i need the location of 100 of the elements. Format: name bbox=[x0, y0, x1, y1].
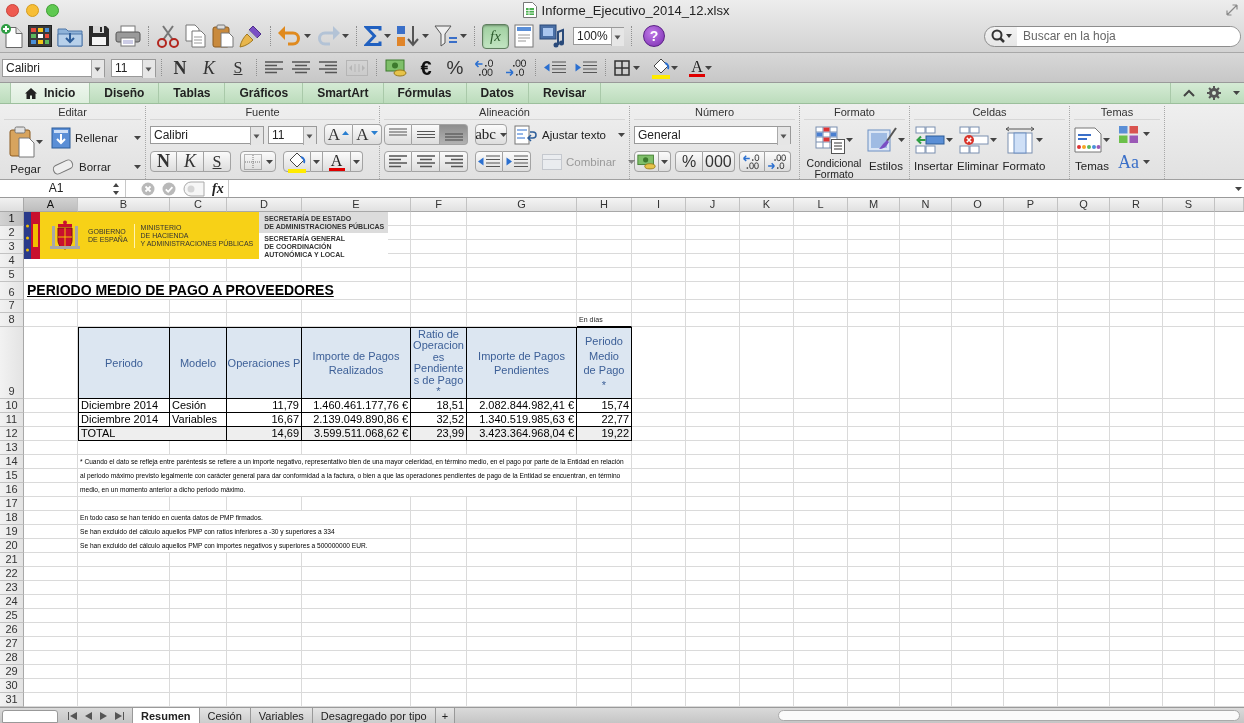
row-header[interactable]: 5 bbox=[0, 268, 24, 282]
row-header[interactable]: 1 bbox=[0, 212, 24, 226]
column-header[interactable]: P bbox=[1004, 198, 1058, 212]
template-grid-icon[interactable] bbox=[28, 25, 52, 47]
row-header[interactable]: 17 bbox=[0, 497, 24, 511]
row-header[interactable]: 19 bbox=[0, 525, 24, 539]
row-header[interactable]: 18 bbox=[0, 511, 24, 525]
ribbon-tab[interactable]: SmartArt bbox=[303, 83, 384, 103]
column-header[interactable]: O bbox=[952, 198, 1004, 212]
column-header[interactable]: E bbox=[302, 198, 411, 212]
percent-button[interactable]: % bbox=[442, 57, 468, 78]
caret-icon[interactable] bbox=[633, 65, 640, 70]
column-header[interactable]: D bbox=[227, 198, 302, 212]
paste-button[interactable]: Pegar bbox=[4, 123, 47, 179]
clear-button[interactable]: Borrar bbox=[51, 156, 141, 178]
theme-fonts-button[interactable]: Aa bbox=[1118, 151, 1150, 173]
row-header[interactable]: 26 bbox=[0, 623, 24, 637]
font-field[interactable]: Calibri bbox=[150, 125, 264, 144]
decrease-decimal-button[interactable] bbox=[764, 151, 791, 172]
italic-button[interactable]: K bbox=[177, 151, 204, 172]
fullscreen-arrows-icon[interactable] bbox=[1226, 4, 1238, 16]
row-header[interactable]: 8 bbox=[0, 313, 24, 327]
toggle-icon[interactable] bbox=[183, 180, 205, 197]
row-header[interactable]: 28 bbox=[0, 651, 24, 665]
ribbon-tab[interactable]: Fórmulas bbox=[383, 83, 467, 103]
orientation-button[interactable]: abc bbox=[475, 124, 508, 145]
column-header[interactable]: F bbox=[411, 198, 467, 212]
bold-button[interactable]: N bbox=[150, 151, 177, 172]
align-center-button[interactable] bbox=[412, 151, 440, 172]
color-scheme-button[interactable] bbox=[1118, 123, 1150, 145]
column-header[interactable]: Q bbox=[1058, 198, 1110, 212]
document-icon[interactable] bbox=[514, 24, 534, 48]
first-sheet-icon[interactable] bbox=[68, 711, 77, 720]
name-box-field[interactable]: A1 bbox=[0, 180, 112, 197]
row-header[interactable]: 31 bbox=[0, 693, 24, 707]
caret-icon[interactable] bbox=[460, 34, 467, 38]
row-header[interactable]: 21 bbox=[0, 553, 24, 567]
row-header[interactable]: 29 bbox=[0, 665, 24, 679]
view-selector[interactable] bbox=[2, 710, 58, 723]
row-header[interactable]: 30 bbox=[0, 679, 24, 693]
themes-button[interactable]: Temas bbox=[1074, 123, 1110, 179]
sheet-tab[interactable]: Cesión bbox=[199, 708, 251, 723]
last-sheet-icon[interactable] bbox=[115, 711, 124, 720]
font-size-field[interactable]: 11 bbox=[111, 58, 156, 77]
increase-decimal-button[interactable] bbox=[738, 151, 765, 172]
thousands-button[interactable]: 000 bbox=[703, 151, 735, 172]
row-header[interactable]: 13 bbox=[0, 441, 24, 455]
align-right-icon[interactable] bbox=[319, 61, 337, 74]
column-header[interactable]: I bbox=[632, 198, 686, 212]
shrink-font-button[interactable]: A bbox=[353, 124, 382, 145]
delete-button[interactable]: Eliminar bbox=[957, 123, 999, 179]
caret-icon[interactable] bbox=[1235, 186, 1242, 191]
sum-icon[interactable] bbox=[364, 25, 382, 47]
caret-icon[interactable] bbox=[384, 34, 391, 38]
maximize-icon[interactable] bbox=[46, 3, 59, 17]
insert-button[interactable]: Insertar bbox=[914, 123, 953, 179]
row-header[interactable]: 6 bbox=[0, 282, 24, 300]
column-header[interactable]: L bbox=[794, 198, 848, 212]
bold-button[interactable]: N bbox=[167, 57, 193, 78]
ribbon-tab[interactable]: Datos bbox=[466, 83, 529, 103]
decrease-indent-button[interactable] bbox=[475, 151, 503, 172]
row-header[interactable]: 12 bbox=[0, 427, 24, 441]
currency-button[interactable] bbox=[634, 151, 659, 172]
caret-icon[interactable] bbox=[705, 65, 712, 70]
folder-icon[interactable] bbox=[57, 25, 83, 47]
underline-button[interactable]: S bbox=[204, 151, 231, 172]
font-color-button[interactable]: A bbox=[323, 151, 351, 172]
row-header[interactable]: 20 bbox=[0, 539, 24, 553]
currency-icon[interactable] bbox=[385, 58, 407, 77]
format-cells-button[interactable]: Formato bbox=[1002, 123, 1046, 179]
font-field[interactable]: Calibri bbox=[2, 58, 105, 77]
column-header[interactable]: C bbox=[170, 198, 227, 212]
fill-color-icon[interactable] bbox=[651, 56, 671, 79]
ribbon-tab[interactable]: Diseño bbox=[90, 83, 160, 103]
insert-function-button[interactable]: fx bbox=[212, 180, 228, 197]
row-header[interactable]: 14 bbox=[0, 455, 24, 469]
align-left-icon[interactable] bbox=[265, 61, 283, 74]
ribbon-tab[interactable]: Revisar bbox=[528, 83, 602, 103]
new-document-icon[interactable] bbox=[1, 24, 23, 48]
settings-icon[interactable] bbox=[1207, 86, 1221, 100]
ribbon-tab[interactable]: Inicio bbox=[10, 83, 91, 103]
align-center-icon[interactable] bbox=[292, 61, 310, 74]
column-header[interactable]: J bbox=[686, 198, 740, 212]
conditional-format-button[interactable]: Condicional Formato bbox=[805, 123, 863, 180]
font-color-button[interactable]: A bbox=[689, 58, 705, 77]
row-header[interactable]: 3 bbox=[0, 240, 24, 254]
caret-icon[interactable] bbox=[304, 34, 311, 38]
ribbon-tab[interactable]: Gráficos bbox=[225, 83, 304, 103]
sheet-tab[interactable]: Desagregado por tipo bbox=[312, 708, 436, 723]
row-header[interactable]: 2 bbox=[0, 226, 24, 240]
row-header[interactable]: 23 bbox=[0, 581, 24, 595]
next-sheet-icon[interactable] bbox=[100, 711, 107, 720]
zoom-field[interactable]: 100% bbox=[573, 27, 624, 45]
increase-decimal-icon[interactable] bbox=[474, 58, 496, 77]
close-icon[interactable] bbox=[6, 3, 19, 17]
caret-icon[interactable] bbox=[1233, 91, 1240, 95]
row-header[interactable]: 22 bbox=[0, 567, 24, 581]
caret-icon[interactable] bbox=[671, 65, 678, 70]
filter-icon[interactable] bbox=[434, 25, 458, 47]
italic-button[interactable]: K bbox=[196, 57, 222, 78]
